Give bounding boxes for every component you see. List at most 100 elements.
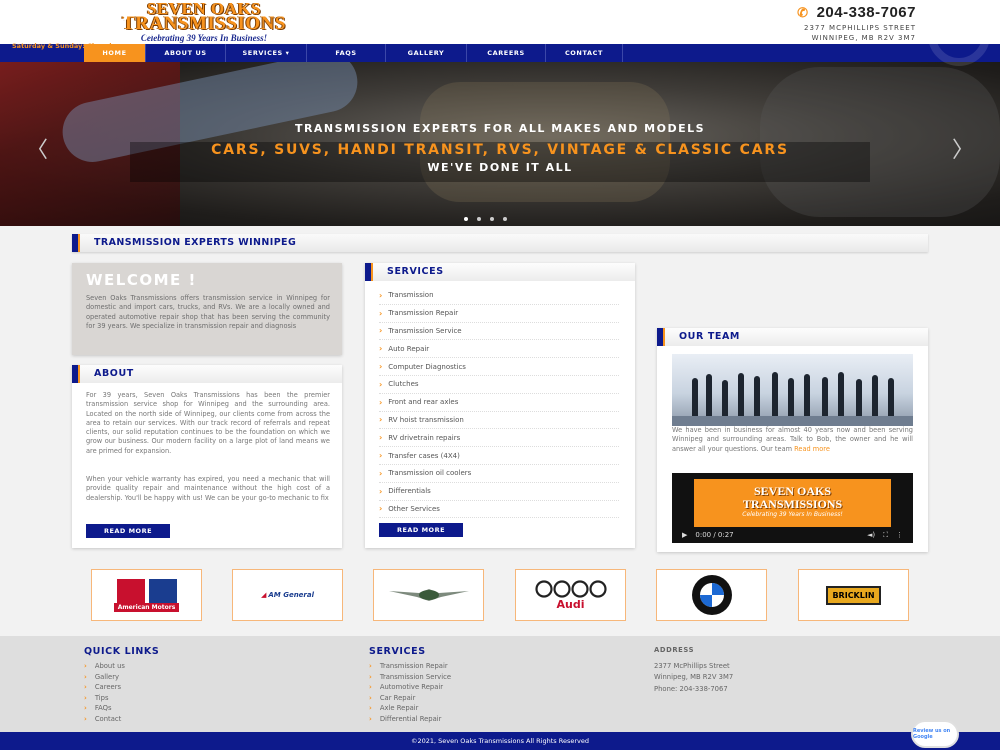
bricklin-logo-icon: BRICKLIN	[826, 585, 881, 605]
about-title: ABOUT	[94, 368, 134, 379]
chevron-right-icon: ›	[369, 672, 372, 681]
chevron-right-icon: ›	[369, 662, 372, 671]
service-item[interactable]: › Transmission	[379, 287, 619, 305]
slider-dot[interactable]	[490, 217, 494, 221]
nav-careers[interactable]: CAREERS	[467, 44, 546, 62]
about-header: ABOUT	[72, 365, 342, 383]
chevron-right-icon: ›	[379, 415, 383, 425]
team-text: We have been in business for almost 40 y…	[672, 426, 913, 453]
brand-am-general[interactable]: ◢ AM General	[232, 569, 343, 621]
hero-slider: TRANSMISSION EXPERTS FOR ALL MAKES AND M…	[0, 62, 1000, 226]
services-title: SERVICES	[387, 266, 444, 277]
chevron-right-icon: ›	[84, 704, 87, 713]
brand-aston-martin[interactable]	[373, 569, 484, 621]
brand-bmw[interactable]	[656, 569, 767, 621]
team-title: OUR TEAM	[679, 331, 740, 342]
slider-prev-icon[interactable]: 〈	[26, 132, 48, 164]
service-item[interactable]: › RV drivetrain repairs	[379, 429, 619, 448]
chevron-right-icon: ›	[84, 714, 87, 723]
welcome-title: WELCOME !	[86, 271, 197, 289]
more-options-icon[interactable]: ⋮	[896, 531, 903, 539]
slider-dot[interactable]	[464, 217, 468, 221]
flag-icon	[657, 328, 665, 346]
header-address-line1: 2377 MCPHILLIPS STREET	[804, 24, 916, 32]
footer-phone[interactable]: Phone: 204-338-7067	[654, 685, 733, 697]
section-title: TRANSMISSION EXPERTS WINNIPEG	[94, 237, 297, 248]
hours-weekday: Monday to Friday: 08:00 AM - 05:00 PM	[12, 31, 156, 39]
slider-dot[interactable]	[503, 217, 507, 221]
service-item[interactable]: › Differentials	[379, 483, 619, 501]
hours-title: OUR HOURS:	[12, 6, 137, 25]
footer-address-line1: 2377 McPhillips Street	[654, 661, 730, 670]
services-read-more-button[interactable]: READ MORE	[379, 523, 463, 537]
footer-link[interactable]: › FAQs	[84, 703, 159, 714]
team-read-more-link[interactable]: Read more	[794, 445, 830, 453]
service-item[interactable]: › Computer Diagnostics	[379, 358, 619, 376]
service-item[interactable]: › Transmission Service	[379, 323, 619, 341]
chevron-right-icon: ›	[379, 451, 383, 461]
nav-services[interactable]: SERVICES ▾	[226, 44, 307, 62]
about-panel: ABOUT For 39 years, Seven Oaks Transmiss…	[72, 365, 342, 548]
footer-link[interactable]: › Gallery	[84, 672, 159, 683]
chevron-right-icon: ›	[379, 504, 383, 514]
play-icon[interactable]: ▶	[682, 531, 687, 539]
nav-about-us[interactable]: ABOUT US	[146, 44, 226, 62]
slider-dot[interactable]	[477, 217, 481, 221]
service-item[interactable]: › Transmission Repair	[379, 305, 619, 323]
header-contact: ✆ 204-338-7067 2377 MCPHILLIPS STREET WIN…	[797, 4, 916, 43]
header-address-line2: WINNIPEG, MB R2V 3M7	[811, 34, 916, 42]
video-time: 0:00 / 0:27	[695, 531, 734, 539]
service-item[interactable]: › Clutches	[379, 376, 619, 394]
chevron-right-icon: ›	[379, 308, 383, 318]
footer-link[interactable]: › Tips	[84, 693, 159, 704]
fullscreen-icon[interactable]: ⛶	[883, 531, 888, 540]
nav-faqs[interactable]: FAQS	[307, 44, 386, 62]
aston-martin-logo-icon	[385, 575, 473, 615]
nav-gallery[interactable]: GALLERY	[386, 44, 467, 62]
footer-link[interactable]: › About us	[84, 661, 159, 672]
hero-subheadline: CARS, SUVS, HANDI TRANSIT, RVS, VINTAGE …	[211, 142, 789, 158]
phone-number: 204-338-7067	[816, 4, 916, 21]
footer-link[interactable]: › Axle Repair	[369, 703, 451, 714]
about-paragraph-1: For 39 years, Seven Oaks Transmissions h…	[86, 391, 330, 455]
google-review-badge[interactable]: Review us on Google	[911, 720, 959, 748]
service-item[interactable]: › Transmission oil coolers	[379, 465, 619, 483]
chevron-right-icon: ›	[379, 468, 383, 478]
service-item[interactable]: › Auto Repair	[379, 340, 619, 359]
chevron-right-icon: ›	[84, 693, 87, 702]
chevron-right-icon: ›	[369, 683, 372, 692]
header-phone[interactable]: ✆ 204-338-7067	[797, 4, 916, 21]
bmw-logo-icon	[668, 575, 756, 615]
services-list: › Transmission › Transmission Repair › Tran…	[379, 287, 619, 519]
video-controls: ▶ 0:00 / 0:27 ◄) ⛶ ⋮	[672, 527, 913, 543]
nav-contact[interactable]: CONTACT	[546, 44, 623, 62]
service-item[interactable]: › Transfer cases (4X4)	[379, 447, 619, 465]
chevron-right-icon: ›	[84, 662, 87, 671]
footer-link[interactable]: › Differential Repair	[369, 714, 451, 725]
team-panel: OUR TEAM We have been in business for al…	[657, 328, 928, 552]
footer-link[interactable]: › Contact	[84, 714, 159, 725]
chevron-right-icon: ›	[379, 397, 383, 407]
slider-dots	[464, 217, 507, 221]
footer-link[interactable]: › Automotive Repair	[369, 682, 451, 693]
team-video-player[interactable]: SEVEN OAKS TRANSMISSIONS Celebrating 39 …	[672, 473, 913, 543]
brand-american-motors[interactable]: American Motors	[91, 569, 202, 621]
slider-next-icon[interactable]: 〉	[952, 132, 974, 164]
services-panel: SERVICES › Transmission › Transmission Rep…	[365, 263, 635, 548]
footer-address: ADDRESS 2377 McPhillips Street Winnipeg,…	[654, 646, 733, 696]
footer-link[interactable]: › Transmission Repair	[369, 661, 451, 672]
service-item[interactable]: › Other Services	[379, 501, 619, 519]
video-poster: SEVEN OAKS TRANSMISSIONS Celebrating 39 …	[694, 479, 891, 527]
brand-bricklin[interactable]: BRICKLIN	[798, 569, 909, 621]
footer-link[interactable]: › Careers	[84, 682, 159, 693]
footer-link[interactable]: › Car Repair	[369, 693, 451, 704]
footer-link[interactable]: › Transmission Service	[369, 672, 451, 683]
service-item[interactable]: › RV hoist transmission	[379, 412, 619, 430]
chevron-right-icon: ›	[369, 704, 372, 713]
about-read-more-button[interactable]: READ MORE	[86, 524, 170, 538]
volume-icon[interactable]: ◄)	[867, 531, 875, 539]
chevron-right-icon: ›	[379, 433, 383, 443]
footer-address-title: ADDRESS	[654, 646, 695, 654]
brand-audi[interactable]: Audi	[515, 569, 626, 621]
service-item[interactable]: › Front and rear axles	[379, 394, 619, 412]
